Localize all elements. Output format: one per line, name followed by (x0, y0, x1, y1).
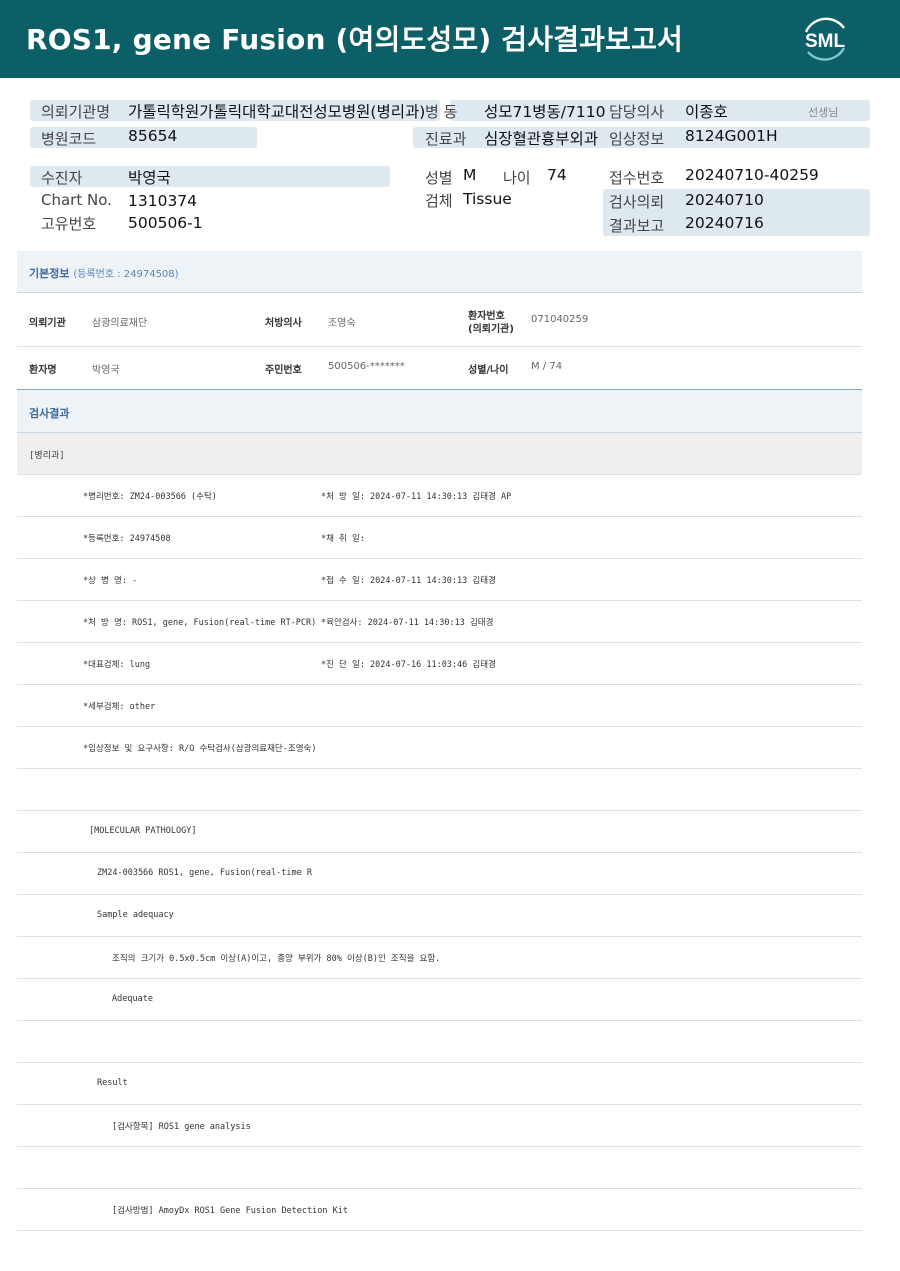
result-left-text: [MOLECULAR PATHOLOGY] (89, 826, 197, 836)
sex-label: 성별 (425, 169, 453, 187)
result-left-text: 조직의 크기가 0.5x0.5cm 이상(A)이고, 종양 부위가 80% 이상… (112, 954, 441, 964)
result-row (17, 1147, 862, 1189)
report-header: ROS1, gene Fusion (여의도성모) 검사결과보고서 SML (0, 0, 900, 78)
results-header: 검사결과 (17, 390, 862, 433)
rrn-value: 500506-******* (328, 361, 405, 372)
result-row: *임상정보 및 요구사항: R/O 수탁검사(삼광의료재단-조영숙) (17, 727, 862, 769)
result-left-text: *병리번호: ZM24-003566 (수탁) (83, 492, 217, 502)
doctor-suffix: 선생님 (808, 106, 839, 119)
unique-no-value: 500506-1 (128, 214, 203, 232)
age-value: 74 (547, 166, 567, 184)
pno-value: 071040259 (531, 314, 589, 325)
basic-info-title: 기본정보 (등록번호 : 24974508) (29, 267, 179, 280)
result-row: *대표검체: lung *진 단 일: 2024-07-16 11:03:46 김… (17, 643, 862, 685)
chart-no-value: 1310374 (128, 192, 198, 210)
rrn-label: 주민번호 (265, 365, 302, 376)
result-row: 조직의 크기가 0.5x0.5cm 이상(A)이고, 종양 부위가 80% 이상… (17, 937, 862, 979)
result-row: [MOLECULAR PATHOLOGY] (17, 811, 862, 853)
result-row: *병리번호: ZM24-003566 (수탁) *처 방 일: 2024-07-1… (17, 475, 862, 517)
ward-label: 병 동 (425, 103, 458, 121)
result-row: ZM24-003566 ROS1, gene, Fusion(real-time… (17, 853, 862, 895)
ward-value: 성모71병동/7110 (484, 103, 606, 121)
sml-logo-icon: SML (804, 17, 846, 61)
result-left-text: *대표검체: lung (83, 660, 151, 670)
result-row: Result (17, 1063, 862, 1105)
doctor-label: 담당의사 (609, 103, 665, 121)
result-row (17, 1021, 862, 1063)
doctor-value: 이종호 (685, 103, 728, 121)
inst-label: 의뢰기관 (29, 318, 66, 329)
sex-value: M (463, 166, 477, 184)
result-left-text: *처 방 명: ROS1, gene, Fusion(real-time RT-… (83, 618, 317, 628)
department-label: 진료과 (425, 130, 467, 148)
result-left-text: [검사항목] ROS1 gene analysis (112, 1122, 251, 1132)
clinical-value: 8124G001H (685, 127, 778, 145)
patient-value: 박영국 (128, 169, 171, 187)
result-left-text: Result (97, 1078, 128, 1088)
result-row (17, 769, 862, 811)
receipt-value: 20240710-40259 (685, 166, 819, 184)
request-label: 검사의뢰 (609, 193, 665, 211)
basic-info-row: 환자명 박영국 주민번호 500506-******* 성별/나이 M / 74 (17, 347, 862, 389)
result-left-text: [검사방법] AmoyDx ROS1 Gene Fusion Detection… (112, 1206, 348, 1216)
hospital-code-label: 병원코드 (41, 130, 97, 148)
result-left-text: ZM24-003566 ROS1, gene, Fusion(real-time… (97, 868, 312, 878)
unique-no-label: 고유번호 (41, 215, 97, 233)
result-right-text: *육안검사: 2024-07-11 14:30:13 김태경 (321, 618, 494, 628)
request-value: 20240710 (685, 191, 764, 209)
hospital-code-value: 85654 (128, 127, 178, 145)
result-row: [검사항목] ROS1 gene analysis (17, 1105, 862, 1147)
age-label: 나이 (503, 169, 531, 187)
presc-label: 처방의사 (265, 318, 302, 329)
result-right-text: *진 단 일: 2024-07-16 11:03:46 김태경 (321, 660, 496, 670)
result-left-text: *임상정보 및 요구사항: R/O 수탁검사(삼광의료재단-조영숙) (83, 744, 317, 754)
result-row: Adequate (17, 979, 862, 1021)
dept-label: [병리과] (29, 451, 65, 461)
receipt-label: 접수번호 (609, 169, 665, 187)
result-right-text: *접 수 일: 2024-07-11 14:30:13 김태경 (321, 576, 496, 586)
clinical-label: 임상정보 (609, 130, 665, 148)
result-right-text: *처 방 일: 2024-07-11 14:30:13 김태경 AP (321, 492, 512, 502)
result-left-text: *등록번호: 24974508 (83, 534, 171, 544)
result-row: Sample adequacy (17, 895, 862, 937)
result-left-text: Sample adequacy (97, 910, 174, 920)
info-band (30, 166, 390, 187)
result-row: *등록번호: 24974508 *채 취 일: (17, 517, 862, 559)
result-left-text: *세부검체: other (83, 702, 156, 712)
name-value: 박영국 (92, 365, 120, 376)
dept-row: [병리과] (17, 433, 862, 475)
name-label: 환자명 (29, 365, 57, 376)
basic-info-row: 의뢰기관 삼광의료재단 처방의사 조영숙 환자번호 (의뢰기관) 0710402… (17, 293, 862, 347)
institution-value: 가톨릭학원가톨릭대학교대전성모병원(병리과) (128, 103, 426, 121)
report-date-label: 결과보고 (609, 217, 665, 235)
report-title: ROS1, gene Fusion (여의도성모) 검사결과보고서 (26, 23, 684, 56)
results-title: 검사결과 (29, 407, 70, 420)
specimen-value: Tissue (463, 190, 512, 208)
result-right-text: *채 취 일: (321, 534, 365, 544)
presc-value: 조영숙 (328, 318, 356, 329)
inst-value: 삼광의료재단 (92, 318, 148, 329)
result-row: *세부검체: other (17, 685, 862, 727)
specimen-label: 검체 (425, 192, 453, 210)
pno-label-2: (의뢰기관) (468, 324, 514, 335)
sexage-label: 성별/나이 (468, 365, 509, 376)
sexage-value: M / 74 (531, 361, 563, 372)
result-row: *처 방 명: ROS1, gene, Fusion(real-time RT-… (17, 601, 862, 643)
result-row: *상 병 명: - *접 수 일: 2024-07-11 14:30:13 김태경 (17, 559, 862, 601)
patient-label: 수진자 (41, 169, 83, 187)
department-value: 심장혈관흉부외과 (484, 130, 599, 148)
chart-no-label: Chart No. (41, 191, 112, 209)
institution-label: 의뢰기관명 (41, 103, 111, 121)
result-row: [검사방법] AmoyDx ROS1 Gene Fusion Detection… (17, 1189, 862, 1231)
svg-text:SML: SML (805, 31, 846, 52)
report-date-value: 20240716 (685, 214, 764, 232)
basic-info-header: 기본정보 (등록번호 : 24974508) (17, 251, 862, 293)
result-left-text: Adequate (112, 994, 153, 1004)
result-left-text: *상 병 명: - (83, 576, 138, 586)
